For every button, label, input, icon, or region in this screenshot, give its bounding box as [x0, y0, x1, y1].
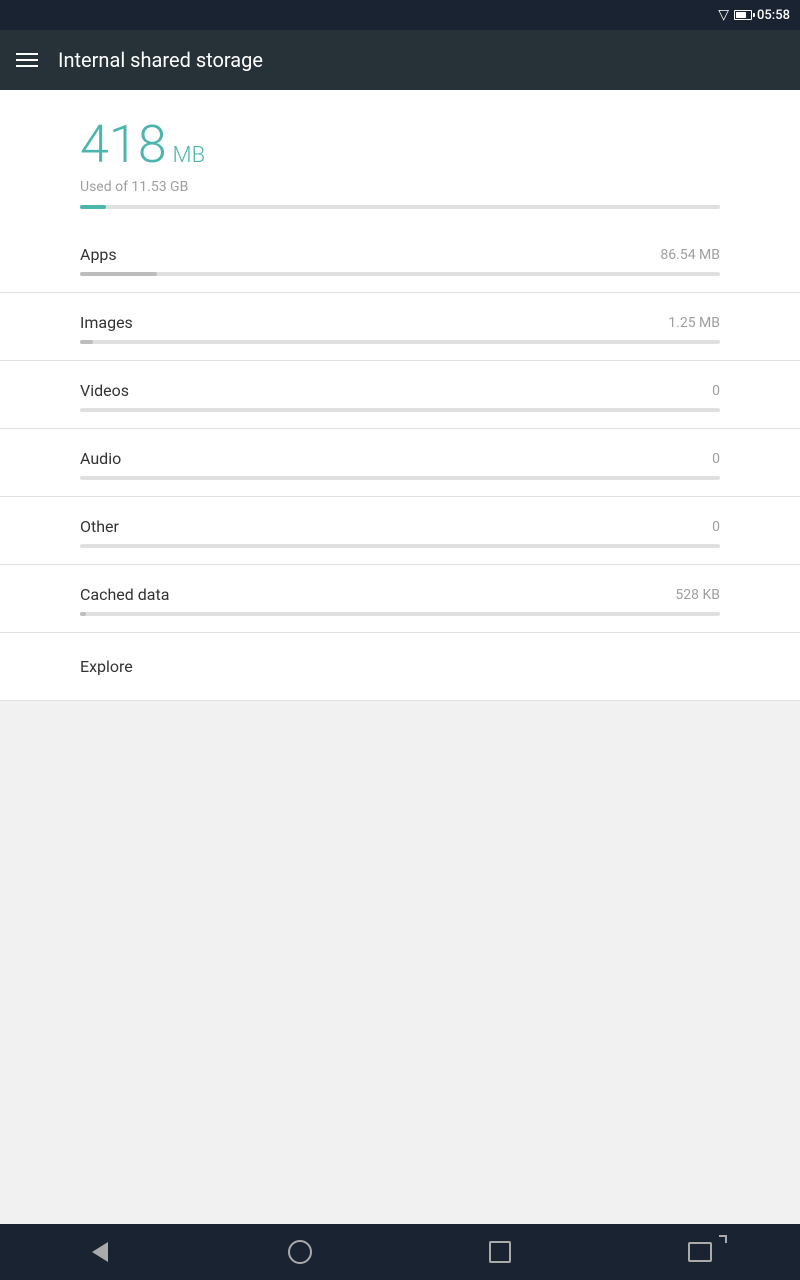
other-value: 0 [712, 519, 720, 535]
page-title: Internal shared storage [58, 48, 263, 72]
back-button[interactable] [70, 1232, 130, 1272]
storage-items-list: Apps 86.54 MB Images 1.25 MB Videos 0 [0, 225, 800, 701]
images-value: 1.25 MB [668, 315, 720, 331]
audio-bar [80, 476, 720, 480]
storage-item-apps[interactable]: Apps 86.54 MB [0, 225, 800, 293]
other-bar [80, 544, 720, 548]
battery-icon [734, 10, 752, 20]
storage-item-audio[interactable]: Audio 0 [0, 429, 800, 497]
apps-value: 86.54 MB [660, 247, 720, 263]
storage-item-cached-row: Cached data 528 KB [80, 565, 720, 612]
top-bar: Internal shared storage [0, 30, 800, 90]
storage-summary: 418 MB Used of 11.53 GB [0, 90, 800, 225]
storage-item-cached[interactable]: Cached data 528 KB [0, 565, 800, 633]
screenshot-button[interactable] [670, 1232, 730, 1272]
images-bar [80, 340, 720, 344]
storage-item-other[interactable]: Other 0 [0, 497, 800, 565]
storage-item-images[interactable]: Images 1.25 MB [0, 293, 800, 361]
other-label: Other [80, 517, 119, 536]
home-button[interactable] [270, 1232, 330, 1272]
status-icons: ▽ 05:58 [718, 7, 790, 23]
cached-bar-fill [80, 612, 86, 616]
images-bar-fill [80, 340, 93, 344]
explore-label: Explore [80, 657, 133, 676]
storage-unit: MB [173, 143, 206, 168]
apps-bar-fill [80, 272, 157, 276]
bottom-nav [0, 1224, 800, 1280]
storage-number: 418 [80, 114, 167, 175]
apps-bar [80, 272, 720, 276]
storage-item-other-row: Other 0 [80, 497, 720, 544]
cached-bar [80, 612, 720, 616]
videos-value: 0 [712, 383, 720, 399]
storage-item-explore-row: Explore [80, 633, 720, 700]
storage-item-apps-row: Apps 86.54 MB [80, 225, 720, 272]
storage-description: Used of 11.53 GB [80, 179, 720, 195]
images-label: Images [80, 313, 133, 332]
recents-button[interactable] [470, 1232, 530, 1272]
wifi-icon: ▽ [718, 7, 729, 23]
audio-value: 0 [712, 451, 720, 467]
status-time: 05:58 [757, 8, 790, 23]
storage-progress-fill [80, 205, 106, 209]
storage-progress-bar [80, 205, 720, 209]
storage-item-images-row: Images 1.25 MB [80, 293, 720, 340]
apps-label: Apps [80, 245, 117, 264]
storage-item-explore[interactable]: Explore [0, 633, 800, 701]
audio-label: Audio [80, 449, 121, 468]
storage-item-videos[interactable]: Videos 0 [0, 361, 800, 429]
cached-label: Cached data [80, 585, 169, 604]
status-bar: ▽ 05:58 [0, 0, 800, 30]
hamburger-menu-button[interactable] [16, 53, 38, 67]
storage-item-videos-row: Videos 0 [80, 361, 720, 408]
storage-amount: 418 MB [80, 114, 720, 175]
storage-item-audio-row: Audio 0 [80, 429, 720, 476]
videos-label: Videos [80, 381, 129, 400]
main-content: 418 MB Used of 11.53 GB Apps 86.54 MB Im… [0, 90, 800, 701]
cached-value: 528 KB [675, 587, 720, 603]
videos-bar [80, 408, 720, 412]
